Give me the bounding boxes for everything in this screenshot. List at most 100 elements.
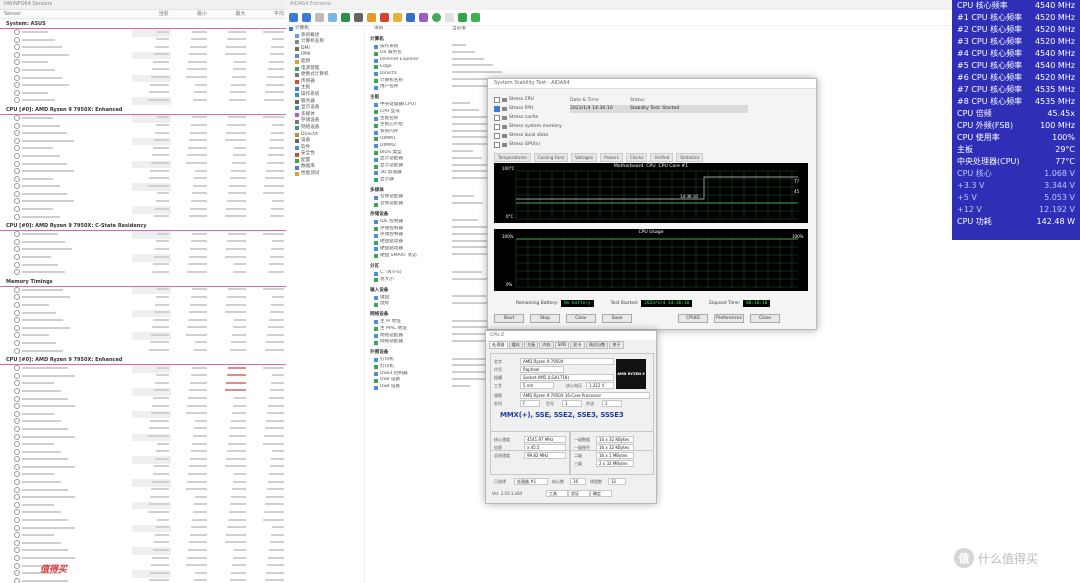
hwinfo-sensor-row[interactable] — [0, 74, 286, 83]
checkbox-icon[interactable] — [494, 114, 500, 121]
cpuz-tab[interactable]: 主板 — [523, 341, 539, 349]
checkbox-icon[interactable] — [494, 132, 500, 139]
hwinfo-sensor-row[interactable] — [0, 231, 286, 239]
computer-icon[interactable] — [354, 13, 363, 22]
cpuz-tab[interactable]: 关于 — [609, 341, 624, 349]
stress-button-preferences[interactable]: Preferences — [714, 314, 744, 323]
legend-cpu-core[interactable]: CPU Core #1 — [658, 164, 688, 169]
hwinfo-sensor-row[interactable] — [0, 168, 286, 176]
alert-icon[interactable] — [406, 13, 415, 22]
cpuz-tab[interactable]: 处理器 — [489, 341, 508, 349]
hwinfo-sensor-row[interactable] — [0, 238, 286, 247]
hwinfo-sensor-row[interactable] — [0, 433, 286, 442]
hwinfo-sensor-row[interactable] — [0, 471, 286, 479]
stress-option-checkbox[interactable]: Stress local disks — [494, 131, 564, 140]
hwinfo-sensor-row[interactable] — [0, 456, 286, 464]
stress-option-checkbox[interactable]: Stress system memory — [494, 122, 564, 131]
hwinfo-sensor-row[interactable] — [0, 269, 286, 277]
cpuz-tab[interactable]: 显卡 — [570, 341, 585, 349]
tree-item[interactable]: 存储设备 — [286, 118, 364, 125]
favorites-icon[interactable] — [367, 13, 376, 22]
list-row[interactable]: DirectX — [368, 71, 768, 78]
hwinfo-sensor-row[interactable] — [0, 152, 286, 161]
hwinfo-sensor-row[interactable] — [0, 59, 286, 67]
checkbox-icon[interactable] — [494, 105, 500, 112]
tree-item[interactable]: DMI — [286, 46, 364, 53]
stress-button-cpuid[interactable]: CPUID — [678, 314, 708, 323]
hwinfo-sensor-row[interactable] — [0, 501, 286, 510]
hwinfo-sensor-row[interactable] — [0, 486, 286, 495]
stress-tab[interactable]: Clocks — [625, 153, 648, 162]
forward-icon[interactable] — [302, 13, 311, 22]
hwinfo-sensor-row[interactable] — [0, 198, 286, 206]
hwinfo-sensor-row[interactable] — [0, 160, 286, 169]
hwinfo-sensor-row[interactable] — [0, 380, 286, 388]
hwinfo-sensor-row[interactable] — [0, 89, 286, 98]
tree-item[interactable]: 配置 — [286, 158, 364, 165]
header-current[interactable]: 当前 — [132, 10, 170, 18]
hwinfo-sensor-row[interactable] — [0, 302, 286, 310]
checkbox-icon[interactable] — [494, 96, 500, 103]
hwinfo-sensor-row[interactable] — [0, 97, 286, 105]
list-row[interactable]: 操作系统 — [368, 44, 768, 51]
hwinfo-sensor-row[interactable] — [0, 175, 286, 184]
legend-cpu[interactable]: CPU — [646, 164, 655, 169]
hwinfo-sensor-row[interactable] — [0, 122, 286, 131]
stress-tab[interactable]: Cooling Fans — [533, 153, 569, 162]
log-row[interactable]: 2023/1/4 14:36:10 Stability Test: Starte… — [570, 105, 748, 113]
hwinfo-sensor-row[interactable] — [0, 532, 286, 540]
hwinfo-sensor-row[interactable] — [0, 410, 286, 419]
tree-item[interactable]: 便携式计算机 — [286, 72, 364, 79]
stress-button-start[interactable]: Start — [494, 314, 524, 323]
hwinfo-sensor-row[interactable] — [0, 44, 286, 52]
header-sensor[interactable]: Sensor — [0, 10, 132, 18]
hwinfo-sensor-row[interactable] — [0, 332, 286, 340]
hwinfo-sensor-row[interactable] — [0, 577, 286, 583]
tree-item[interactable]: 软件 — [286, 145, 364, 152]
hwinfo-sensor-row[interactable] — [0, 261, 286, 270]
cpuz-tab[interactable]: 缓存 — [508, 341, 523, 349]
up-icon[interactable] — [315, 13, 324, 22]
tree-item[interactable]: 显示设备 — [286, 105, 364, 112]
legend-motherboard[interactable]: Motherboard — [614, 164, 643, 169]
tree-item[interactable]: 操作系统 — [286, 92, 364, 99]
stress-tab[interactable]: Unified — [650, 153, 674, 162]
tree-item[interactable]: 服务器 — [286, 99, 364, 106]
hwinfo-sensor-row[interactable] — [0, 524, 286, 533]
hwinfo-sensor-row[interactable] — [0, 441, 286, 449]
stress-option-checkbox[interactable]: Stress GPU(s) — [494, 140, 564, 149]
hwinfo-sensor-row[interactable] — [0, 387, 286, 396]
hwinfo-section-header[interactable]: System: ASUS — [0, 21, 286, 29]
hwinfo-sensor-row[interactable] — [0, 517, 286, 525]
hwinfo-sensor-row[interactable] — [0, 479, 286, 487]
hwinfo-sensor-row[interactable] — [0, 425, 286, 434]
tree-item[interactable]: 性能测试 — [286, 171, 364, 178]
stress-option-checkbox[interactable]: Stress CPU — [494, 95, 564, 104]
list-row[interactable]: OS 服务包 — [368, 50, 768, 57]
hwinfo-sensor-row[interactable] — [0, 324, 286, 333]
hwinfo-sensor-row[interactable] — [0, 145, 286, 153]
hwinfo-sensor-row[interactable] — [0, 539, 286, 548]
tools-icon[interactable] — [380, 13, 389, 22]
folder-icon[interactable] — [393, 13, 402, 22]
hwinfo-sensor-row[interactable] — [0, 66, 286, 75]
tree-item[interactable]: 计算机 — [286, 26, 364, 33]
chart-icon[interactable] — [419, 13, 428, 22]
validate-button[interactable]: 验证 — [568, 490, 590, 497]
list-row[interactable]: Edge — [368, 64, 768, 71]
hwinfo-sensor-row[interactable] — [0, 206, 286, 214]
stress-button-save[interactable]: Save — [602, 314, 632, 323]
ok-button[interactable]: 确定 — [590, 490, 612, 497]
header-min[interactable]: 最小 — [171, 10, 209, 18]
hwinfo-sensor-row[interactable] — [0, 294, 286, 302]
stress-tab[interactable]: Voltages — [571, 153, 598, 162]
hwinfo-sensor-row[interactable] — [0, 246, 286, 254]
header-avg[interactable]: 平均 — [248, 10, 286, 18]
tree-item[interactable]: 安全性 — [286, 151, 364, 158]
hwinfo-sensor-row[interactable] — [0, 365, 286, 373]
hwinfo-sensor-row[interactable] — [0, 254, 286, 262]
hwinfo-section-header[interactable]: Memory Timings — [0, 279, 286, 287]
hwinfo-sensor-row[interactable] — [0, 137, 286, 146]
header-max[interactable]: 最大 — [209, 10, 247, 18]
tools-button[interactable]: 工具 — [546, 490, 568, 497]
